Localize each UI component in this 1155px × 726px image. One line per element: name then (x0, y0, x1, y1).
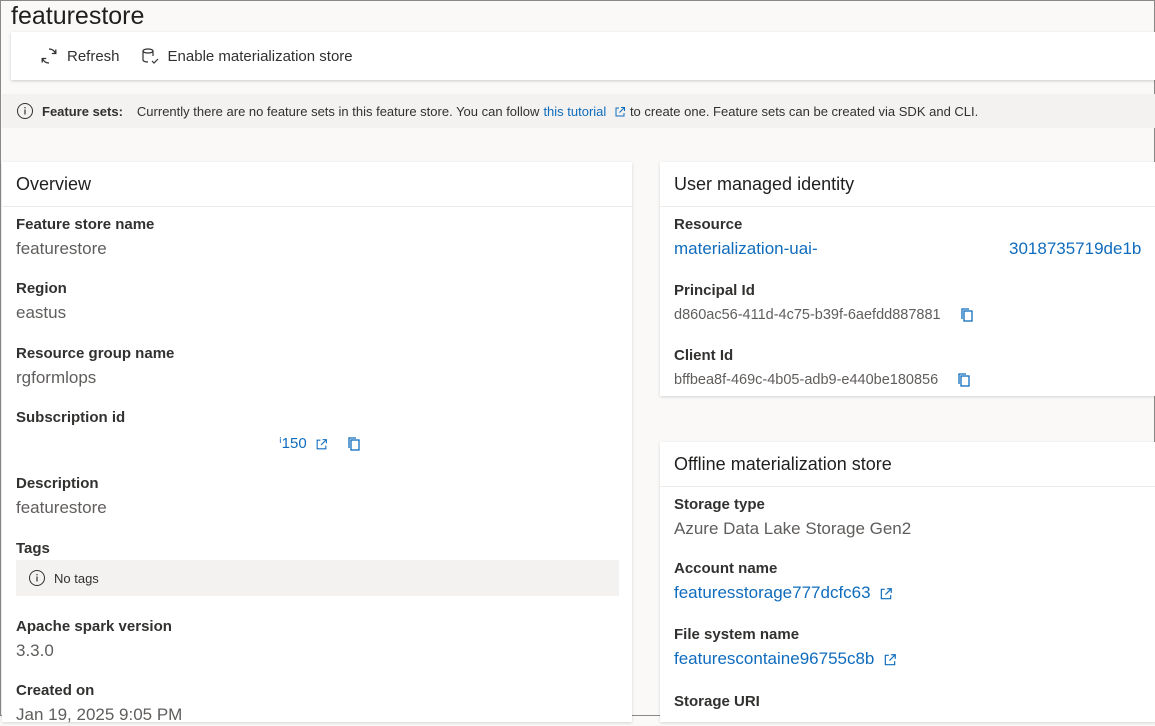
storage-type-value: Azure Data Lake Storage Gen2 (674, 519, 912, 538)
principal-id-value: d860ac56-411d-4c75-b39f-6aefdd887881 (674, 307, 941, 323)
subscription-field: Subscription id ⁱ150 (16, 409, 376, 455)
client-id-field: Client Id bffbea8f-469c-4b05-adb9-e440be… (674, 347, 972, 391)
info-icon (16, 102, 34, 120)
spark-version-value: 3.3.0 (16, 641, 54, 660)
file-system-name-label: File system name (674, 626, 800, 643)
principal-id-field: Principal Id d860ac56-411d-4c75-b39f-6ae… (674, 282, 975, 326)
external-link-icon (883, 653, 897, 667)
offline-materialization-store-card: Offline materialization store Storage ty… (660, 442, 1155, 722)
copy-icon[interactable] (959, 307, 975, 323)
storage-type-field: Storage type Azure Data Lake Storage Gen… (674, 496, 911, 540)
info-label: Feature sets: (42, 103, 123, 119)
enable-materialization-store-button[interactable]: Enable materialization store (130, 40, 363, 72)
feature-store-name-label: Feature store name (16, 216, 155, 233)
tags-field: Tags (16, 540, 50, 558)
resource-group-label: Resource group name (16, 345, 175, 362)
external-link-icon (614, 106, 626, 118)
refresh-label: Refresh (67, 47, 120, 65)
storage-uri-field: Storage URI (674, 693, 760, 711)
tags-label: Tags (16, 540, 50, 557)
info-text-after: to create one. Feature sets can be creat… (629, 103, 979, 119)
subscription-label: Subscription id (16, 409, 126, 426)
refresh-button[interactable]: Refresh (29, 40, 130, 72)
storage-type-label: Storage type (674, 496, 765, 513)
description-label: Description (16, 475, 99, 492)
copy-icon[interactable] (956, 372, 972, 388)
resource-label: Resource (674, 216, 743, 233)
no-tags-message: No tags (16, 560, 619, 596)
identity-title: User managed identity (660, 162, 1155, 207)
resource-group-value: rgformlops (16, 368, 97, 387)
account-name-label: Account name (674, 560, 778, 577)
info-icon (28, 569, 46, 587)
description-field: Description featurestore (16, 475, 107, 519)
feature-store-name-value: featurestore (16, 239, 107, 258)
offline-store-title: Offline materialization store (660, 442, 1155, 487)
tutorial-link[interactable]: this tutorial (543, 104, 606, 119)
region-value: eastus (16, 303, 67, 322)
resource-link-prefix[interactable]: materialization-uai- (674, 239, 818, 258)
resource-field: Resource materialization-uai- 3018735719… (674, 216, 1154, 260)
region-field: Region eastus (16, 280, 67, 324)
enable-materialization-label: Enable materialization store (167, 47, 353, 65)
no-tags-text: No tags (54, 570, 99, 586)
resource-group-field: Resource group name rgformlops (16, 345, 174, 389)
principal-id-label: Principal Id (674, 282, 755, 299)
created-on-field: Created on Jan 19, 2025 9:05 PM (16, 682, 182, 726)
spark-version-field: Apache spark version 3.3.0 (16, 618, 172, 662)
client-id-value: bffbea8f-469c-4b05-adb9-e440be180856 (674, 372, 939, 388)
page-title: featurestore (11, 2, 145, 30)
client-id-label: Client Id (674, 347, 734, 364)
user-managed-identity-card: User managed identity Resource materiali… (660, 162, 1155, 396)
external-link-icon (315, 438, 328, 451)
account-name-field: Account name featuresstorage777dcfc63 (674, 560, 893, 604)
created-on-label: Created on (16, 682, 95, 699)
spark-version-label: Apache spark version (16, 618, 172, 635)
file-system-name-link[interactable]: featurescontaine96755c8b (674, 649, 874, 668)
file-system-name-field: File system name featurescontaine96755c8… (674, 626, 897, 670)
overview-card: Overview Feature store name featurestore… (2, 162, 632, 724)
feature-sets-info-bar: Feature sets: Currently there are no fea… (2, 94, 1155, 128)
account-name-link[interactable]: featuresstorage777dcfc63 (674, 583, 871, 602)
region-label: Region (16, 280, 67, 297)
external-link-icon (879, 587, 893, 601)
storage-uri-label: Storage URI (674, 693, 760, 710)
resource-link-suffix[interactable]: 3018735719de1b (1009, 238, 1141, 260)
feature-store-name-field: Feature store name featurestore (16, 216, 154, 260)
copy-icon[interactable] (346, 436, 362, 452)
info-text-before: Currently there are no feature sets in t… (136, 103, 540, 119)
created-on-value: Jan 19, 2025 9:05 PM (16, 705, 183, 724)
command-bar: Refresh Enable materialization store (11, 32, 1155, 80)
refresh-icon (39, 46, 67, 66)
overview-title: Overview (2, 162, 632, 207)
subscription-link[interactable]: ⁱ150 (279, 435, 307, 452)
description-value: featurestore (16, 498, 107, 517)
database-icon (140, 46, 168, 66)
